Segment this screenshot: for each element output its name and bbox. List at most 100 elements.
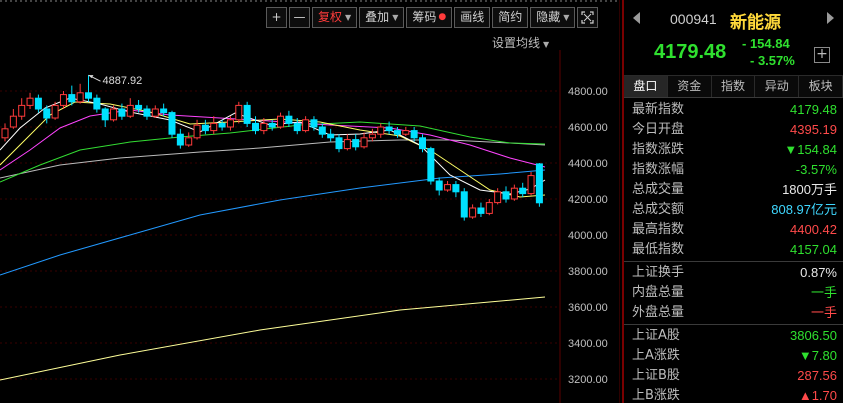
quote-label: 今日开盘 — [632, 122, 685, 137]
candle-body — [110, 108, 118, 121]
top-border-dot — [80, 0, 82, 2]
restore-rights-button[interactable]: 复权 ▼ — [312, 7, 358, 28]
overlay-button[interactable]: 叠加 ▼ — [359, 7, 405, 28]
chips-label: 筹码 — [412, 10, 437, 24]
zoom-out-button[interactable]: — — [289, 7, 310, 28]
kline-chart-area[interactable]: 4800.00 4600.00 4400.00 4200.00 4000.00 3800.… — [0, 0, 620, 403]
expand-button[interactable] — [577, 7, 599, 28]
top-border-dot — [30, 0, 32, 2]
candle-body — [368, 133, 376, 139]
top-border-dot — [230, 0, 232, 2]
candle-body — [210, 122, 218, 132]
top-border-dot — [105, 0, 107, 2]
top-border-dot — [475, 0, 477, 2]
axis-tick-label: 4400.00 — [568, 158, 608, 170]
index-value: ▲1.70 — [798, 388, 837, 403]
top-border-dot — [600, 0, 602, 2]
quote-label: 指数涨幅 — [632, 162, 685, 177]
brief-label: 简约 — [498, 10, 523, 24]
index-label: 上证B股 — [632, 368, 680, 383]
top-border-dot — [515, 0, 517, 2]
top-border-dot — [530, 0, 532, 2]
top-border-dot — [400, 0, 402, 2]
candle-body — [85, 92, 92, 99]
top-border-dot — [430, 0, 432, 2]
chips-button[interactable]: 筹码 ● — [406, 7, 453, 28]
tab-funds[interactable]: 资金 — [667, 76, 712, 97]
tab-index[interactable]: 指数 — [711, 76, 756, 97]
zoom-in-button[interactable]: + — [266, 7, 287, 28]
top-border-dot — [370, 0, 372, 2]
candle-body — [452, 184, 460, 193]
candle-body — [43, 108, 51, 119]
axis-tick-label: 3400.00 — [568, 338, 608, 350]
quote-row: 最新指数 4179.48 — [624, 100, 843, 120]
top-border-dot — [590, 0, 592, 2]
candle-body — [460, 191, 468, 218]
current-price: 4179.48 — [654, 41, 727, 63]
add-watchlist-button[interactable]: + — [814, 47, 830, 63]
top-border-dot — [260, 0, 262, 2]
next-stock-arrow-icon[interactable] — [827, 12, 834, 24]
top-border-dot — [480, 0, 482, 2]
prev-stock-arrow-icon[interactable] — [633, 12, 640, 24]
top-border-dot — [365, 0, 367, 2]
index-label: 上A涨跌 — [632, 348, 680, 363]
quote-value: 4179.48 — [790, 102, 837, 117]
top-border-dot — [85, 0, 87, 2]
brief-button[interactable]: 简约 — [492, 7, 529, 28]
top-border-dot — [115, 0, 117, 2]
top-border-dot — [300, 0, 302, 2]
top-border-dot — [395, 0, 397, 2]
candle-body — [277, 115, 285, 128]
top-border-dot — [135, 0, 137, 2]
quote-value: 808.97亿元 — [771, 202, 837, 217]
drawing-button[interactable]: 画线 — [454, 7, 491, 28]
kline-chart[interactable]: 4800.00 4600.00 4400.00 4200.00 4000.00 3800.… — [0, 0, 620, 403]
candle-body — [519, 187, 527, 195]
top-border-dot — [595, 0, 597, 2]
tab-order-book[interactable]: 盘口 — [624, 76, 668, 97]
axis-tick-label: 4200.00 — [568, 194, 608, 206]
quote-row: 总成交量 1800万手 — [624, 180, 843, 200]
price-change: - 154.84 — [742, 36, 790, 51]
candle-body — [535, 163, 543, 204]
candle-body — [419, 137, 426, 150]
ma-settings-dropdown[interactable]: 设置均线 ▼ — [492, 34, 549, 51]
top-border-dot — [415, 0, 417, 2]
top-border-dot — [165, 0, 167, 2]
top-border-dot — [195, 0, 197, 2]
top-border-dot — [270, 0, 272, 2]
top-border-dot — [390, 0, 392, 2]
ma5-line — [0, 97, 546, 195]
candle-body — [18, 104, 26, 117]
red-dot-icon: ● — [438, 12, 447, 22]
top-border-dot — [235, 0, 237, 2]
top-border-dot — [220, 0, 222, 2]
top-border-dot — [420, 0, 422, 2]
top-border-dot — [285, 0, 287, 2]
top-border-dot — [470, 0, 472, 2]
candle-body — [51, 104, 59, 119]
top-border-dot — [360, 0, 362, 2]
top-border-dot — [325, 0, 327, 2]
quote-value: 4400.42 — [790, 222, 837, 237]
market-row: 外盘总量 一手 — [624, 303, 843, 323]
top-border-dot — [335, 0, 337, 2]
candle-body — [385, 126, 393, 132]
top-border-dot — [65, 0, 67, 2]
top-border-dot — [465, 0, 467, 2]
tab-sector[interactable]: 板块 — [799, 76, 843, 97]
top-border-dot — [255, 0, 257, 2]
hide-button[interactable]: 隐藏 ▼ — [530, 7, 576, 28]
top-border-dot — [305, 0, 307, 2]
top-border-dot — [60, 0, 62, 2]
candle-body — [310, 119, 318, 128]
top-border-dot — [205, 0, 207, 2]
candle-body — [268, 122, 276, 128]
top-border-dot — [330, 0, 332, 2]
tab-movement[interactable]: 异动 — [755, 76, 800, 97]
axis-tick-label: 4000.00 — [568, 230, 608, 242]
top-border-dot — [380, 0, 382, 2]
candle-body — [393, 130, 401, 135]
